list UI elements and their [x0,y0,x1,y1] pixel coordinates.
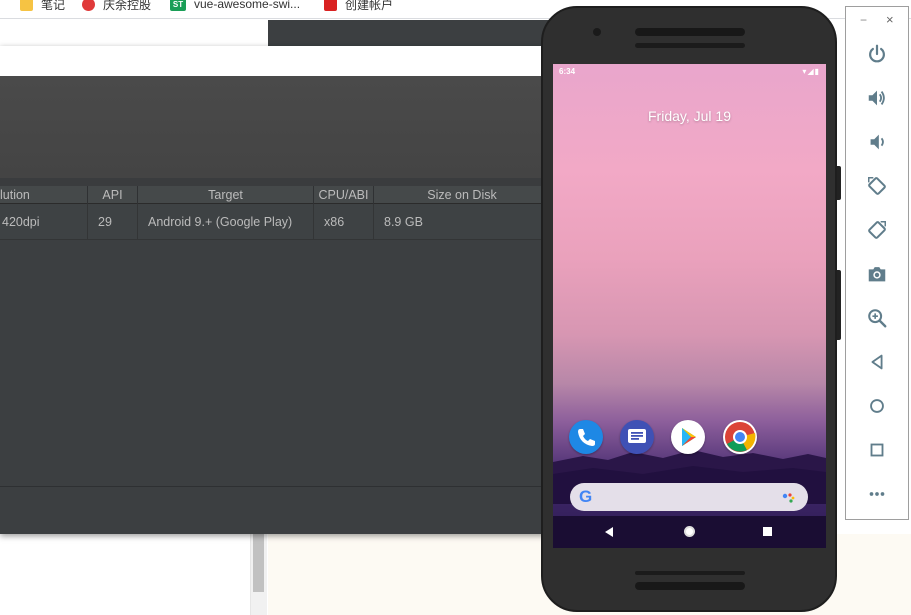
divider [0,486,560,487]
power-side-button[interactable] [837,166,841,200]
status-time: 6:34 [559,67,576,76]
assistant-icon[interactable] [782,492,796,504]
zoom-icon [868,309,887,328]
navigation-bar [553,516,826,548]
cell-resolution: 420dpi [0,204,88,240]
screenshot-button[interactable] [865,262,889,286]
cell-cpu-abi: x86 [314,204,374,240]
rotate-right-icon [868,221,886,239]
rotate-right-button[interactable] [865,218,889,242]
bookmark-label: vue-awesome-swi... [194,0,301,11]
desktop: 笔记 庆余控股 ST vue-awesome-swi... 创建帐户 lutio… [0,0,911,615]
bookmark-notes[interactable]: 笔记 [20,0,65,12]
folder-icon [20,0,33,11]
nav-home-icon[interactable] [684,526,695,537]
messages-app-icon[interactable] [620,420,654,454]
column-target[interactable]: Target [138,186,314,204]
home-button[interactable] [865,394,889,418]
front-camera [593,28,601,36]
date-widget[interactable]: Friday, Jul 19 [553,108,826,124]
speaker-grille [635,43,745,48]
nav-recents-icon[interactable] [763,527,772,536]
avd-header-panel [0,76,560,178]
back-icon [871,354,883,370]
page-background [0,534,268,615]
avd-manager-window: lution API Target CPU/ABI Size on Disk 4… [0,46,560,534]
google-logo: G [579,487,593,506]
zoom-button[interactable] [865,306,889,330]
speaker-grille [635,28,745,36]
status-icons: ▾◢▮ [802,67,820,76]
overview-icon [870,443,884,457]
bookmark-vue-awesome[interactable]: ST vue-awesome-swi... [170,0,300,12]
bookmark-qingyu[interactable]: 庆余控股 [82,0,151,12]
speaker-grille [635,571,745,575]
volume-up-icon [868,90,885,106]
volume-down-icon [870,134,884,150]
bookmark-create-account[interactable]: 创建帐户 [324,0,393,12]
column-size-on-disk[interactable]: Size on Disk [374,186,550,204]
bookmark-label: 笔记 [41,0,66,12]
speaker-grille [635,582,745,590]
toolbar-window-controls: − × [846,12,908,29]
camera-icon [868,267,886,282]
site-icon [324,0,337,11]
scrollbar-thumb[interactable] [253,534,264,592]
google-search-bar[interactable]: G [570,483,808,511]
close-button[interactable]: × [886,12,894,27]
avd-header-shadow [0,178,560,186]
cell-api: 29 [88,204,138,240]
cell-size-on-disk: 8.9 GB [384,215,423,229]
page-dark-strip [268,20,568,46]
cell-target: Android 9.+ (Google Play) [138,204,314,240]
play-store-icon[interactable] [671,420,705,454]
home-icon [870,399,884,413]
rotate-left-icon [868,177,886,195]
rotate-left-button[interactable] [865,174,889,198]
page-background [0,20,268,46]
bookmark-label: 创建帐户 [345,0,394,12]
nav-back-icon[interactable] [605,527,613,537]
volume-down-button[interactable] [865,130,889,154]
back-button[interactable] [865,350,889,374]
phone-screen[interactable]: 6:34 ▾◢▮ Friday, Jul 19 G [553,64,826,548]
chrome-icon[interactable] [723,420,757,454]
table-row[interactable]: 420dpi 29 Android 9.+ (Google Play) x86 … [0,204,560,240]
st-badge-icon: ST [170,0,186,11]
volume-up-button[interactable] [865,86,889,110]
overview-button[interactable] [865,438,889,462]
volume-side-button[interactable] [837,270,841,340]
table-header: lution API Target CPU/ABI Size on Disk [0,186,560,204]
minimize-button[interactable]: − [860,13,867,27]
avd-title-area [0,46,560,76]
column-cpu-abi[interactable]: CPU/ABI [314,186,374,204]
app-dock [553,420,826,460]
column-resolution[interactable]: lution [0,186,88,204]
more-icon [869,492,885,496]
site-icon [82,0,95,11]
power-icon [869,44,885,63]
phone-app-icon[interactable] [569,420,603,454]
power-button[interactable] [865,42,889,66]
emulator-toolbar: − × [845,6,909,520]
bookmark-label: 庆余控股 [103,0,152,12]
more-button[interactable] [865,482,889,506]
column-api[interactable]: API [88,186,138,204]
